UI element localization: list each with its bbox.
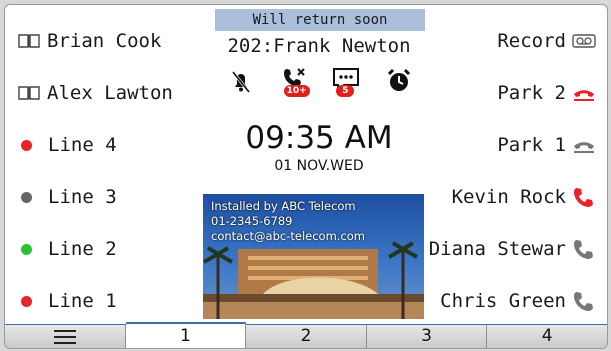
key-label: Chris Green bbox=[440, 290, 566, 312]
line-key-4[interactable]: Line 4 bbox=[17, 125, 117, 165]
phone-red-icon bbox=[574, 188, 593, 207]
message-badge: 5 bbox=[336, 85, 355, 97]
missed-call-badge: 10+ bbox=[283, 85, 310, 97]
tab-menu[interactable] bbox=[5, 325, 126, 348]
key-label: Kevin Rock bbox=[451, 186, 566, 208]
page-tab-bar: 1 2 3 4 bbox=[5, 322, 607, 348]
key-label: Brian Cook bbox=[47, 30, 162, 52]
status-indicators: 10+ 5 bbox=[225, 65, 415, 97]
phone-grey-icon bbox=[574, 292, 593, 311]
tab-page-1[interactable]: 1 bbox=[125, 322, 247, 348]
key-label: Park 1 bbox=[497, 134, 566, 156]
message-icon[interactable]: 5 bbox=[330, 65, 362, 97]
missed-call-icon[interactable]: 10+ bbox=[278, 65, 310, 97]
voicemail-icon bbox=[572, 34, 596, 48]
blf-chris-green[interactable]: Chris Green bbox=[440, 281, 597, 321]
tab-page-4[interactable]: 4 bbox=[487, 325, 607, 348]
line-key-1[interactable]: Line 1 bbox=[17, 281, 117, 321]
clock-time: 09:35 AM bbox=[245, 120, 393, 156]
address-book-icon bbox=[18, 34, 40, 48]
blf-kevin-rock[interactable]: Kevin Rock bbox=[452, 177, 597, 217]
status-dot-icon bbox=[21, 191, 32, 203]
key-label: Line 1 bbox=[48, 290, 117, 312]
status-dot-icon bbox=[21, 139, 32, 151]
key-label: Park 2 bbox=[497, 82, 566, 104]
ad-line-1: Installed by ABC Telecom bbox=[211, 199, 356, 213]
phone-grey-icon bbox=[574, 240, 593, 259]
address-book-icon bbox=[18, 86, 40, 100]
phone-screen: Brian Cook Alex Lawton Line 4 Line 3 Lin… bbox=[4, 4, 608, 349]
tab-page-2[interactable]: 2 bbox=[246, 325, 367, 348]
key-label: Line 3 bbox=[48, 186, 117, 208]
blf-diana-stewart[interactable]: Diana Stewar bbox=[429, 229, 597, 269]
park-red-icon bbox=[574, 90, 594, 101]
speed-dial-brian-cook[interactable]: Brian Cook bbox=[17, 21, 161, 61]
status-dot-icon bbox=[21, 243, 32, 255]
park-1-key[interactable]: Park 1 bbox=[497, 125, 597, 165]
speed-dial-alex-lawton[interactable]: Alex Lawton bbox=[17, 73, 173, 113]
key-label: Diana Stewar bbox=[428, 238, 566, 260]
key-label: Record bbox=[497, 30, 566, 52]
ad-line-3: contact@abc-telecom.com bbox=[211, 229, 365, 243]
ad-banner-image: Installed by ABC Telecom 01-2345-6789 co… bbox=[203, 194, 424, 319]
park-2-key[interactable]: Park 2 bbox=[497, 73, 597, 113]
key-label: Line 4 bbox=[48, 134, 117, 156]
line-key-2[interactable]: Line 2 bbox=[17, 229, 117, 269]
park-grey-icon bbox=[574, 142, 594, 153]
alarm-clock-icon[interactable] bbox=[383, 65, 415, 97]
status-dot-icon bbox=[21, 295, 32, 307]
key-label: Alex Lawton bbox=[47, 82, 173, 104]
extension-label: 202:Frank Newton bbox=[227, 35, 411, 57]
menu-icon bbox=[53, 330, 76, 344]
tab-page-3[interactable]: 3 bbox=[366, 325, 488, 348]
line-key-3[interactable]: Line 3 bbox=[17, 177, 117, 217]
record-key[interactable]: Record bbox=[497, 21, 597, 61]
ad-line-2: 01-2345-6789 bbox=[211, 214, 293, 228]
presence-status-banner: Will return soon bbox=[215, 9, 425, 31]
clock-date: 01 NOV.WED bbox=[274, 158, 364, 174]
dnd-bell-icon[interactable] bbox=[225, 65, 257, 97]
key-label: Line 2 bbox=[48, 238, 117, 260]
